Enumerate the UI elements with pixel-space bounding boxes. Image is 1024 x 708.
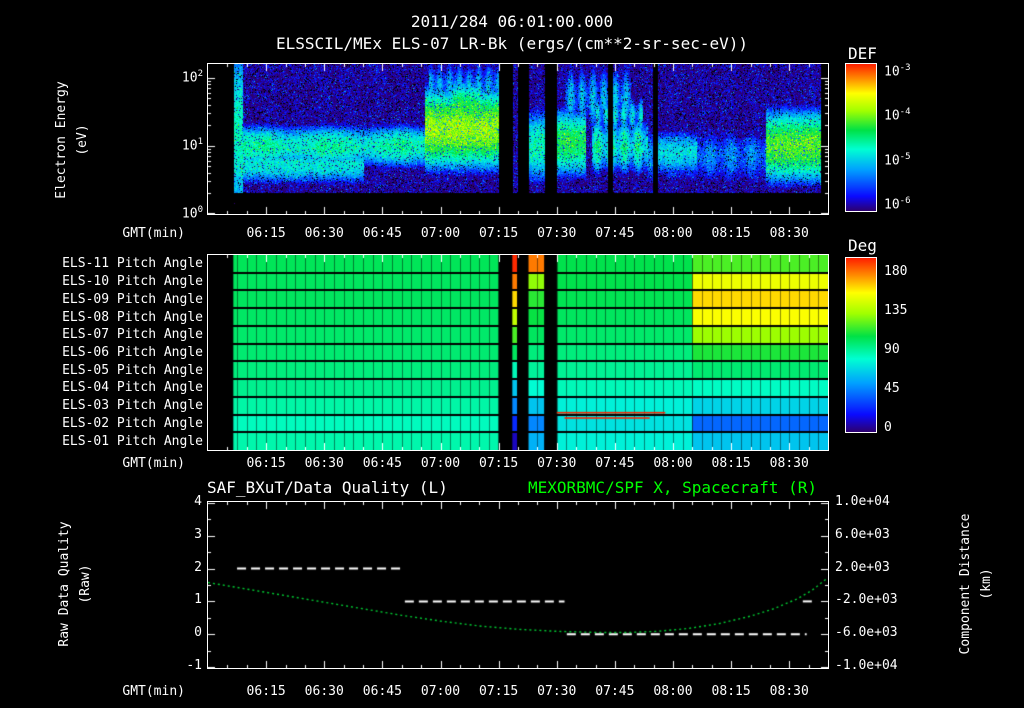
def-tick-10e-6: 10-6: [884, 196, 911, 213]
x-tick-label-06-45: 06:45: [362, 226, 402, 241]
left-axis-tick-4: 4: [194, 494, 202, 509]
y-axis-label-line1: Electron Energy: [54, 81, 69, 199]
deg-tick-180: 180: [884, 264, 908, 279]
right-axis-tick-6.0e+03: 6.0e+03: [835, 526, 890, 542]
energy-tick-10e0: 100: [181, 205, 203, 222]
x-tick-label-07-15: 07:15: [479, 684, 519, 699]
x-tick-label-07-30: 07:30: [537, 684, 577, 699]
science-plot-page: 2011/284 06:01:00.000 ELSSCIL/MEx ELS-07…: [0, 0, 1024, 708]
bottom-left-series-title: SAF_BXuT/Data Quality (L): [207, 478, 448, 497]
right-axis-tick--2.0e+03: -2.0e+03: [835, 592, 898, 608]
x-tick-label-06-15: 06:15: [246, 226, 286, 241]
row-label-els-6: ELS-06 Pitch Angle: [62, 345, 203, 360]
x-tick-label-08-00: 08:00: [653, 684, 693, 699]
y-axis-label-electron-energy: Electron Energy (eV): [51, 81, 93, 198]
x-tick-label-06-45: 06:45: [362, 684, 402, 699]
x-tick-label-07-15: 07:15: [479, 456, 519, 471]
x-tick-label-07-30: 07:30: [537, 456, 577, 471]
row-label-els-1: ELS-01 Pitch Angle: [62, 433, 203, 449]
bottom-right-series-title: MEXORBMC/SPF X, Spacecraft (R): [528, 478, 817, 497]
deg-tick-45: 45: [884, 381, 900, 396]
x-tick-label-06-30: 06:30: [304, 226, 344, 241]
row-label-els-10: ELS-10 Pitch Angle: [62, 274, 203, 290]
left-axis-tick-3: 3: [194, 526, 202, 542]
x-tick-label-07-00: 07:00: [420, 226, 461, 241]
spectrogram-panel: [207, 63, 829, 215]
gmt-axis-label-middle: GMT(min): [122, 456, 185, 471]
x-tick-label-07-00: 07:00: [420, 456, 461, 471]
y-axis-label-line2: (km): [979, 568, 994, 600]
right-axis-tick--6.0e+03: -6.0e+03: [835, 625, 898, 641]
x-tick-label-06-30: 06:30: [304, 456, 344, 471]
left-axis-tick-2: 2: [194, 559, 202, 575]
left-axis-tick--1: -1: [186, 658, 202, 673]
x-tick-label-07-45: 07:45: [595, 456, 635, 471]
x-tick-label-06-15: 06:15: [246, 456, 286, 471]
gmt-axis-label-top: GMT(min): [122, 226, 185, 241]
y-axis-label-line1: Component Distance: [958, 513, 973, 655]
y-axis-label-line2: (eV): [75, 124, 90, 156]
line-plot-panel: [207, 501, 829, 669]
x-tick-label-08-30: 08:30: [769, 226, 809, 241]
deg-tick-0: 0: [884, 420, 892, 435]
row-label-els-7: ELS-07 Pitch Angle: [62, 327, 203, 343]
x-tick-label-08-00: 08:00: [653, 226, 693, 241]
spectrogram-canvas: [208, 64, 828, 214]
page-title: 2011/284 06:01:00.000: [410, 12, 614, 31]
x-tick-label-08-15: 08:15: [711, 226, 751, 241]
row-label-els-4: ELS-04 Pitch Angle: [62, 380, 203, 396]
x-tick-label-08-15: 08:15: [711, 684, 751, 699]
energy-tick-10e1: 101: [181, 137, 203, 154]
row-label-els-8: ELS-08 Pitch Angle: [62, 309, 203, 325]
deg-tick-90: 90: [884, 342, 900, 357]
y-axis-label-line2: (Raw): [78, 564, 93, 604]
deg-colorbar-title: Deg: [848, 236, 877, 255]
def-tick-10e-5: 10-5: [884, 152, 911, 169]
row-label-els-11: ELS-11 Pitch Angle: [62, 256, 203, 272]
pitch-angle-panel: [207, 254, 829, 451]
def-colorbar: [845, 63, 877, 212]
left-axis-tick-1: 1: [194, 592, 202, 608]
x-tick-label-06-30: 06:30: [304, 684, 344, 699]
row-label-els-9: ELS-09 Pitch Angle: [62, 291, 203, 307]
row-label-els-5: ELS-05 Pitch Angle: [62, 362, 203, 378]
y-axis-label-component-distance: Component Distance (km): [955, 514, 997, 655]
row-label-els-3: ELS-03 Pitch Angle: [62, 398, 203, 414]
row-label-els-2: ELS-02 Pitch Angle: [62, 415, 203, 431]
deg-colorbar: [845, 257, 877, 433]
x-tick-label-06-15: 06:15: [246, 684, 286, 699]
pitch-angle-canvas: [208, 255, 828, 450]
left-axis-tick-0: 0: [194, 625, 202, 641]
y-axis-label-line1: Raw Data Quality: [57, 521, 72, 647]
right-axis-tick-2.0e+03: 2.0e+03: [835, 559, 890, 575]
x-tick-label-07-45: 07:45: [595, 226, 635, 241]
x-tick-label-08-00: 08:00: [653, 456, 693, 471]
def-tick-10e-3: 10-3: [884, 63, 911, 80]
x-tick-label-08-30: 08:30: [769, 456, 809, 471]
x-tick-label-06-45: 06:45: [362, 456, 402, 471]
y-axis-label-raw-data-quality: Raw Data Quality (Raw): [54, 521, 96, 646]
right-axis-tick--1.0e+04: -1.0e+04: [835, 658, 898, 673]
x-tick-label-07-00: 07:00: [420, 684, 461, 699]
def-colorbar-title: DEF: [848, 44, 877, 63]
x-tick-label-08-15: 08:15: [711, 456, 751, 471]
right-axis-tick-1.0e+04: 1.0e+04: [835, 494, 890, 509]
energy-tick-10e2: 102: [181, 69, 203, 86]
def-tick-10e-4: 10-4: [884, 107, 911, 124]
x-tick-label-07-45: 07:45: [595, 684, 635, 699]
x-tick-label-08-30: 08:30: [769, 684, 809, 699]
line-plot-canvas: [208, 502, 828, 668]
deg-tick-135: 135: [884, 303, 908, 318]
x-tick-label-07-15: 07:15: [479, 226, 519, 241]
gmt-axis-label-bottom: GMT(min): [122, 684, 185, 699]
x-tick-label-07-30: 07:30: [537, 226, 577, 241]
